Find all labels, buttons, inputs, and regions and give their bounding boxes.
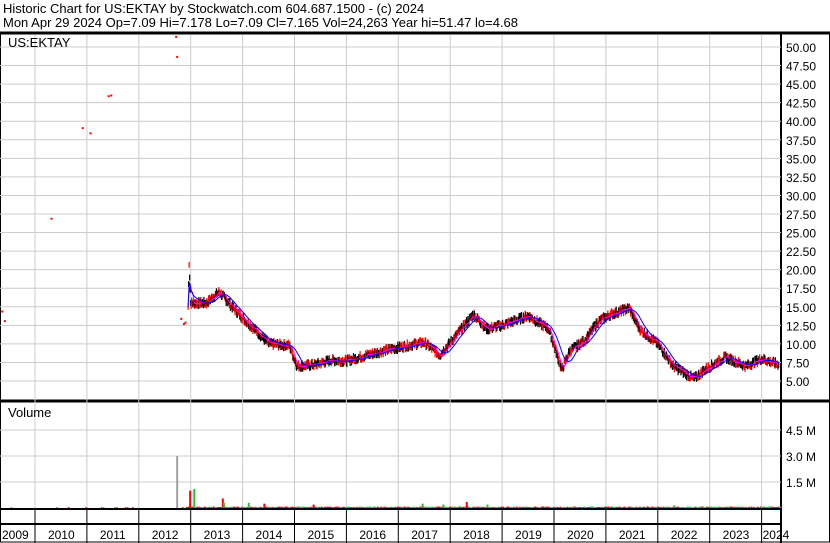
price-tick-label: 15.00: [786, 301, 816, 315]
price-tick-label: 10.00: [786, 338, 816, 352]
price-point: [89, 132, 92, 135]
price-tick-label: 22.50: [786, 245, 816, 259]
volume-bar: [465, 501, 468, 508]
year-label: 2009: [2, 528, 29, 542]
price-point: [1, 310, 4, 313]
volume-bar: [100, 507, 103, 508]
volume-bar: [102, 507, 105, 508]
price-tick-label: 40.00: [786, 115, 816, 129]
volume-bar: [779, 506, 782, 508]
volume-bar: [263, 503, 266, 508]
price-point: [107, 95, 110, 98]
volume-bar: [67, 507, 70, 508]
year-label: 2015: [307, 528, 334, 542]
price-tick-label: 5.00: [786, 375, 810, 389]
price-tick-label: 37.50: [786, 134, 816, 148]
year-label: 2019: [515, 528, 542, 542]
price-tick-label: 50.00: [786, 41, 816, 55]
year-label: 2012: [152, 528, 179, 542]
year-label: 2017: [411, 528, 438, 542]
price-point: [3, 320, 6, 323]
year-label: 2011: [100, 528, 126, 542]
price-tick-label: 35.00: [786, 152, 816, 166]
year-label: 2022: [671, 528, 698, 542]
volume-bar: [10, 507, 13, 508]
price-point: [176, 55, 179, 58]
volume-bar: [114, 507, 116, 508]
year-label: 2010: [48, 528, 75, 542]
volume-bar: [193, 488, 196, 508]
price-tick-label: 25.00: [786, 227, 816, 241]
year-label: 2014: [256, 528, 283, 542]
volume-bar: [222, 502, 225, 508]
volume-bar: [486, 504, 489, 508]
volume-bar: [56, 507, 58, 508]
volume-bar: [176, 456, 179, 508]
stock-chart: Historic Chart for US:EKTAY by Stockwatc…: [0, 0, 830, 543]
year-label: 2024: [763, 528, 790, 542]
volume-tick-label: 3.0 M: [786, 450, 816, 464]
price-tick-label: 20.00: [786, 264, 816, 278]
price-tick-label: 12.50: [786, 319, 816, 333]
price-tick-label: 17.50: [786, 282, 816, 296]
price-tick-label: 7.50: [786, 356, 810, 370]
year-label: 2018: [463, 528, 490, 542]
price-tick-label: 42.50: [786, 97, 816, 111]
price-point: [81, 127, 84, 130]
price-tick-label: 32.50: [786, 171, 816, 185]
year-label: 2013: [204, 528, 231, 542]
volume-bar: [673, 505, 676, 508]
year-label: 2021: [619, 528, 646, 542]
price-tick-label: 47.50: [786, 60, 816, 74]
volume-bar: [181, 507, 184, 508]
volume-bar: [116, 507, 118, 508]
volume-bar: [85, 507, 87, 508]
outer-border: [0, 32, 830, 543]
price-point: [180, 317, 183, 320]
volume-tick-label: 1.5 M: [786, 476, 816, 490]
price-tick-label: 27.50: [786, 208, 816, 222]
price-point: [175, 35, 178, 38]
volume-bar: [312, 504, 315, 508]
price-tick-label: 45.00: [786, 78, 816, 92]
volume-bar: [124, 507, 127, 508]
volume-bar: [189, 490, 192, 508]
volume-label: Volume: [8, 405, 51, 420]
volume-bar: [247, 502, 250, 508]
price-tick-label: 30.00: [786, 189, 816, 203]
volume-bar: [442, 504, 445, 508]
price-point: [184, 321, 187, 324]
volume-bar: [126, 507, 129, 508]
volume-bar: [421, 503, 424, 508]
price-point: [110, 94, 113, 97]
price-point: [50, 217, 53, 220]
volume-tick-label: 4.5 M: [786, 424, 816, 438]
year-label: 2016: [359, 528, 386, 542]
year-label: 2020: [567, 528, 594, 542]
volume-bar: [132, 507, 134, 508]
year-label: 2023: [723, 528, 750, 542]
symbol-label: US:EKTAY: [8, 35, 71, 50]
chart-canvas: 50.00 47.50 45.00 42.50 40.00 37.50 35.00 32.50…: [0, 31, 830, 543]
